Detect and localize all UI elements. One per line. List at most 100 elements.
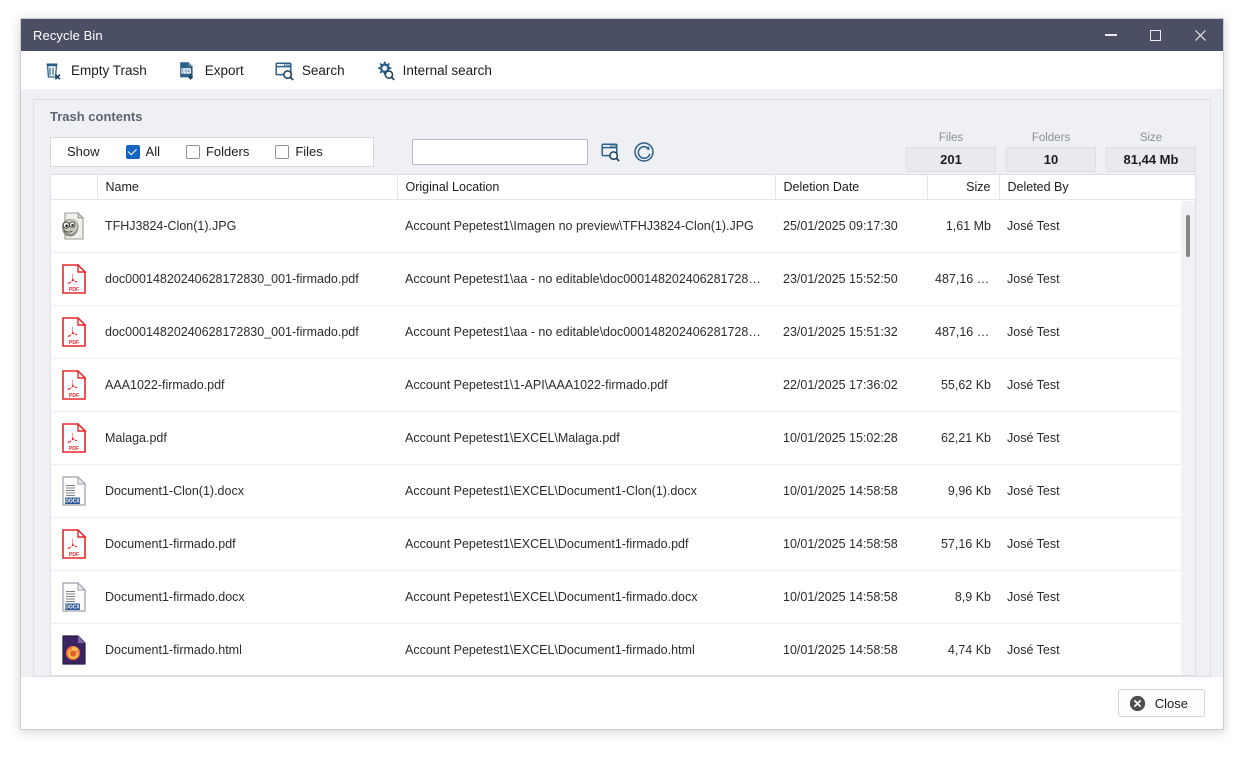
table-header-row: Name Original Location Deletion Date Siz… <box>51 174 1195 201</box>
pdf-file-icon: PDF <box>62 423 87 454</box>
close-button-label: Close <box>1154 695 1188 711</box>
table-scrollbar[interactable] <box>1181 200 1195 675</box>
filter-folders[interactable]: Folders <box>185 144 249 159</box>
window-controls <box>1088 19 1223 51</box>
table-row[interactable]: PDF doc00014820240628172830_001-firmado.p… <box>51 305 1195 360</box>
empty-trash-button[interactable]: Empty Trash <box>39 57 151 84</box>
maximize-button[interactable] <box>1133 19 1178 51</box>
column-header-deletion-date[interactable]: Deletion Date <box>775 174 928 201</box>
trash-table-container: Name Original Location Deletion Date Siz… <box>50 173 1196 676</box>
trash-delete-icon <box>46 63 61 80</box>
svg-text:DOCX: DOCX <box>65 499 80 505</box>
table-row[interactable]: PDF doc00014820240628172830_001-firmado.p… <box>51 252 1195 307</box>
column-header-name[interactable]: Name <box>97 174 398 201</box>
refresh-circle-icon <box>634 142 654 162</box>
docx-file-icon: DOCX <box>62 476 87 506</box>
table-body: TFHJ3824-Clon(1).JPG Account Pepetest1\Im… <box>51 199 1195 675</box>
cell-deleted-by: José Test <box>999 464 1195 519</box>
counter-files-label: Files <box>938 131 964 144</box>
cell-location: Account Pepetest1\aa - no editable\doc00… <box>397 305 775 360</box>
cell-file-icon: DOCX <box>51 570 97 625</box>
svg-text:DOCX: DOCX <box>65 605 80 611</box>
cell-name: doc00014820240628172830_001-firmado.pdf <box>97 252 397 307</box>
panel-title: Trash contents <box>50 109 143 124</box>
cell-size: 487,16 Kb <box>927 305 999 360</box>
close-circle-icon <box>1129 695 1145 711</box>
cell-deleted-by: José Test <box>999 252 1195 307</box>
table-row[interactable]: DOCX Document1-firmado.docx Account Pepete… <box>51 570 1195 625</box>
empty-trash-label: Empty Trash <box>71 62 147 78</box>
filter-files[interactable]: Files <box>275 144 323 159</box>
cell-deletion-date: 10/01/2025 14:58:58 <box>775 623 927 675</box>
column-header-icon[interactable] <box>51 174 98 201</box>
filter-all[interactable]: All <box>125 144 160 160</box>
cell-file-icon: PDF <box>51 411 97 466</box>
minimize-icon <box>1104 34 1117 36</box>
cell-deleted-by: José Test <box>999 305 1195 360</box>
minimize-button[interactable] <box>1088 19 1133 51</box>
cell-deletion-date: 10/01/2025 15:02:28 <box>775 411 927 466</box>
show-label: Show <box>67 144 100 160</box>
window-search-icon <box>601 143 620 163</box>
search-button[interactable]: Search <box>270 57 349 84</box>
counter-size: Size 81,44 Mb <box>1106 132 1196 172</box>
close-button[interactable]: Close <box>1117 689 1205 717</box>
export-button[interactable]: CSV Export <box>173 57 248 84</box>
refresh-button[interactable] <box>633 141 655 163</box>
svg-text:PDF: PDF <box>69 287 79 293</box>
cell-size: 9,96 Kb <box>927 464 999 519</box>
table-scrollbar-thumb[interactable] <box>1186 214 1190 257</box>
recycle-bin-window: Recycle Bin Empty Trash CSV Export Searc… <box>20 18 1224 730</box>
table-row[interactable]: Document1-firmado.html Account Pepetest1\… <box>51 623 1195 675</box>
gear-search-icon <box>377 61 395 81</box>
table-row[interactable]: PDF Document1-firmado.pdf Account Pepetest… <box>51 517 1195 572</box>
pdf-file-icon: PDF <box>62 317 87 348</box>
footer-bar: Close <box>21 677 1223 729</box>
search-submit-button[interactable] <box>600 141 621 163</box>
cell-name: Document1-firmado.docx <box>97 570 397 625</box>
cell-location: Account Pepetest1\1-API\AAA1022-firmado.… <box>397 358 775 413</box>
cell-file-icon: PDF <box>51 517 97 572</box>
checkbox-folders-icon[interactable] <box>185 144 200 159</box>
docx-file-icon: DOCX <box>62 582 87 612</box>
cell-location: Account Pepetest1\EXCEL\Document1-firmad… <box>397 570 775 625</box>
counter-folders: Folders 10 <box>1006 132 1096 172</box>
cell-size: 4,74 Kb <box>927 623 999 675</box>
cell-deletion-date: 22/01/2025 17:36:02 <box>775 358 927 413</box>
filter-all-label: All <box>145 144 160 160</box>
column-header-size[interactable]: Size <box>927 174 1000 201</box>
cell-location: Account Pepetest1\EXCEL\Document1-firmad… <box>397 623 775 675</box>
cell-file-icon <box>51 623 97 675</box>
cell-name: TFHJ3824-Clon(1).JPG <box>97 199 397 254</box>
internal-search-button[interactable]: Internal search <box>371 57 496 84</box>
search-label: Search <box>301 62 345 78</box>
counter-size-label: Size <box>1139 131 1163 144</box>
cell-name: Malaga.pdf <box>97 411 397 466</box>
cell-name: Document1-firmado.pdf <box>97 517 397 572</box>
cell-location: Account Pepetest1\EXCEL\Malaga.pdf <box>397 411 775 466</box>
checkbox-all-icon[interactable] <box>125 144 140 159</box>
column-header-deleted-by[interactable]: Deleted By <box>999 174 1195 201</box>
toolbar: Empty Trash CSV Export Search Internal s… <box>21 51 1223 89</box>
table-row[interactable]: PDF AAA1022-firmado.pdf Account Pepetest1\… <box>51 358 1195 413</box>
checkbox-files-icon[interactable] <box>275 144 290 159</box>
cell-file-icon: PDF <box>51 252 97 307</box>
cell-deleted-by: José Test <box>999 411 1195 466</box>
cell-deletion-date: 23/01/2025 15:52:50 <box>775 252 927 307</box>
close-window-button[interactable] <box>1178 19 1223 51</box>
firefox-html-icon <box>62 635 86 665</box>
table-row[interactable]: PDF Malaga.pdf Account Pepetest1\EXCEL\Mal… <box>51 411 1195 466</box>
cell-name: doc00014820240628172830_001-firmado.pdf <box>97 305 397 360</box>
cell-deletion-date: 25/01/2025 09:17:30 <box>775 199 927 254</box>
window-title: Recycle Bin <box>33 27 103 43</box>
search-input[interactable] <box>412 138 588 165</box>
column-header-location[interactable]: Original Location <box>397 174 776 201</box>
counter-size-value: 81,44 Mb <box>1106 146 1196 172</box>
table-row[interactable]: DOCX Document1-Clon(1).docx Account Pepete… <box>51 464 1195 519</box>
pdf-file-icon: PDF <box>62 370 87 401</box>
cell-file-icon <box>51 199 97 254</box>
cell-location: Account Pepetest1\aa - no editable\doc00… <box>397 252 775 307</box>
title-bar: Recycle Bin <box>21 19 1223 51</box>
table-row[interactable]: TFHJ3824-Clon(1).JPG Account Pepetest1\Im… <box>51 199 1195 254</box>
cell-name: Document1-Clon(1).docx <box>97 464 397 519</box>
